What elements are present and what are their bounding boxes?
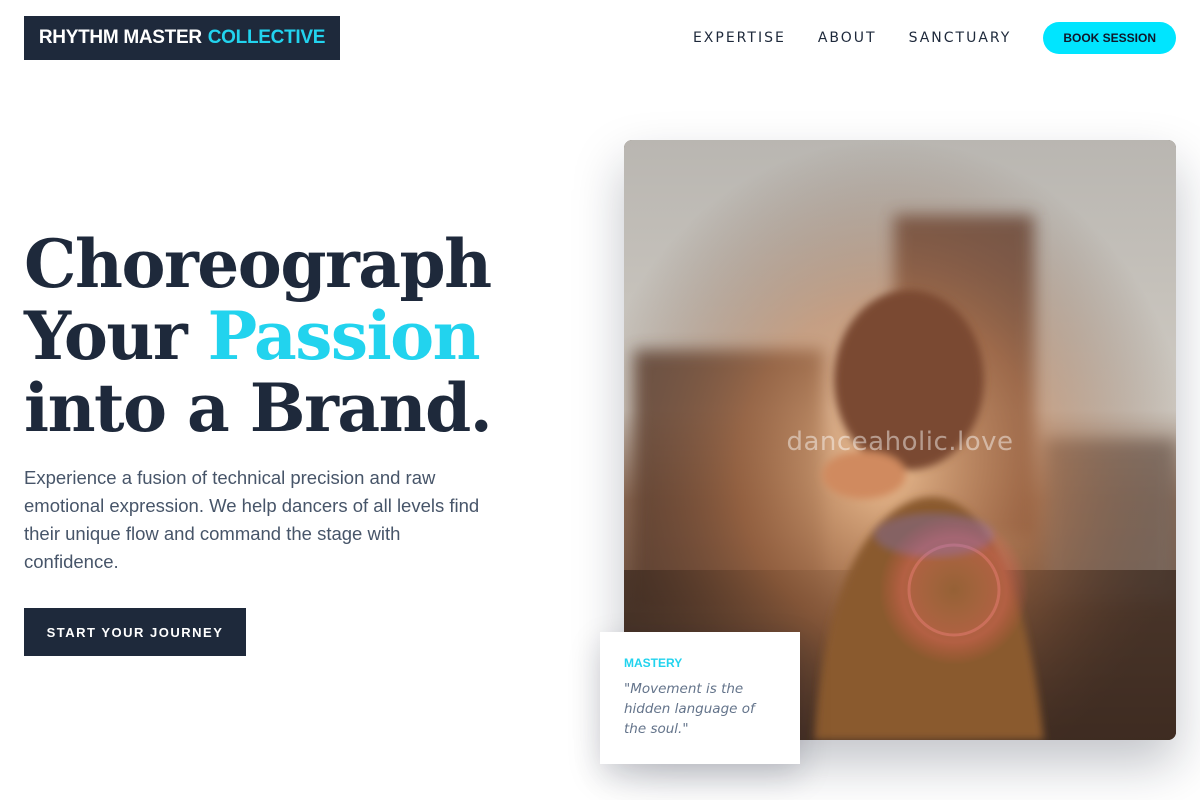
start-journey-button[interactable]: START YOUR JOURNEY [24, 608, 246, 656]
image-watermark: danceaholic.love [786, 427, 1014, 457]
headline-line-2: Your Passion [24, 300, 491, 372]
quote-text: "Movement is the hidden language of the … [624, 681, 755, 737]
hero-headline: Choreograph Your Passion into a Brand. [24, 225, 493, 447]
headline-accent-word: Passion [207, 297, 481, 375]
nav-link-about[interactable]: ABOUT [818, 30, 877, 46]
headline-line-1: Choreograph [24, 225, 492, 303]
brand-name-accent: COLLECTIVE [207, 27, 326, 48]
nav-link-expertise[interactable]: EXPERTISE [693, 30, 786, 46]
brand-logo[interactable]: RHYTHM MASTER COLLECTIVE [24, 16, 340, 60]
book-session-button[interactable]: BOOK SESSION [1043, 22, 1176, 54]
headline-line-2-prefix: Your [24, 297, 188, 375]
brand-name: RHYTHM MASTER [38, 27, 202, 48]
main-nav: EXPERTISE ABOUT SANCTUARY BOOK SESSION [693, 22, 1176, 54]
landing-page: RHYTHM MASTER COLLECTIVE EXPERTISE ABOUT … [0, 0, 1200, 800]
nav-link-sanctuary[interactable]: SANCTUARY [909, 30, 1012, 46]
quote-label: MASTERY [624, 656, 683, 670]
headline-line-3: into a Brand. [24, 369, 493, 447]
hero-subtext: Experience a fusion of technical precisi… [24, 467, 480, 572]
quote-card: MASTERY "Movement is the hidden language… [600, 632, 800, 764]
